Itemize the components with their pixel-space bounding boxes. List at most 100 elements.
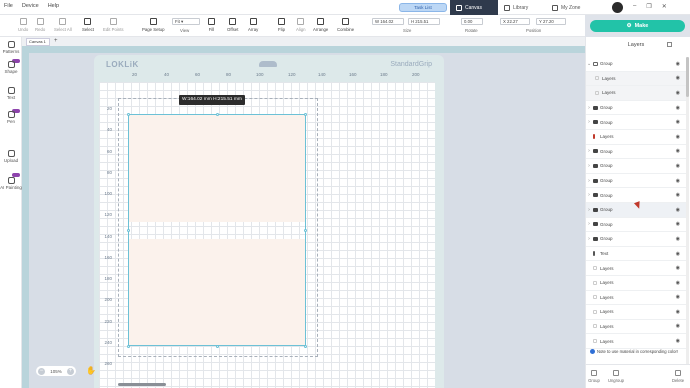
delete-button[interactable]: Delete [668,370,688,383]
arrange-button[interactable]: Arrange [313,18,328,32]
eye-icon[interactable]: ◉ [676,105,680,111]
layer-row[interactable]: Layers ◉ [586,276,686,291]
zoom-out-button[interactable]: − [38,367,45,375]
chevron-right-icon[interactable]: › [587,148,591,154]
rail-patterns[interactable]: Patterns [0,41,22,54]
horizontal-scrollbar[interactable] [118,383,166,386]
eye-icon[interactable]: ◉ [676,294,680,300]
resize-handle[interactable] [216,345,219,348]
eye-icon[interactable]: ◉ [676,251,680,257]
resize-handle[interactable] [127,113,130,116]
rail-shape[interactable]: Shape [0,61,22,74]
flip-button[interactable]: Flip [278,18,285,32]
chevron-right-icon[interactable]: › [587,163,591,169]
eye-icon[interactable]: ◉ [676,207,680,213]
eye-icon[interactable]: ◉ [676,323,680,329]
close-button[interactable]: ✕ [662,3,667,10]
eye-icon[interactable]: ◉ [676,192,680,198]
zoom-in-button[interactable]: + [66,367,74,375]
menu-device[interactable]: Device [22,3,39,9]
eye-icon[interactable]: ◉ [676,61,680,67]
layer-row[interactable]: Text ◉ [586,247,686,262]
resize-handle[interactable] [216,113,219,116]
layer-row[interactable]: Layers ◉ [586,320,686,335]
eye-icon[interactable]: ◉ [676,134,680,140]
chevron-right-icon[interactable]: › [587,207,591,213]
eye-icon[interactable]: ◉ [676,338,680,344]
combine-button[interactable]: Combine [337,18,354,32]
avatar[interactable] [612,2,623,13]
resize-handle[interactable] [304,113,307,116]
layer-row[interactable]: ⌄ Group ◉ [586,57,686,72]
chevron-right-icon[interactable]: › [587,192,591,198]
menu-file[interactable]: File [4,3,13,9]
resize-handle[interactable] [127,345,130,348]
maximize-button[interactable]: ❐ [646,3,651,10]
eye-icon[interactable]: ◉ [676,75,680,81]
undo-button[interactable]: Undo [18,18,28,32]
layer-row[interactable]: › Group ◉ [586,218,686,233]
position-x-field[interactable]: X 22.27 [500,18,530,25]
rail-text[interactable]: Text [0,87,22,100]
layer-row[interactable]: › Group ◉ [586,232,686,247]
offset-button[interactable]: Offset [227,18,238,32]
eye-icon[interactable]: ◉ [676,309,680,315]
layer-row[interactable]: › Group ◉ [586,188,686,203]
layer-row[interactable]: Layers ◉ [586,261,686,276]
eye-icon[interactable]: ◉ [676,119,680,125]
chevron-right-icon[interactable]: › [587,119,591,125]
layer-row[interactable]: Layers ◉ [586,291,686,306]
resize-handle[interactable] [304,229,307,232]
view-select[interactable]: Fit ▾ [172,18,200,25]
eye-icon[interactable]: ◉ [676,280,680,286]
group-button[interactable]: Group [584,370,604,383]
chevron-right-icon[interactable]: › [587,221,591,227]
layer-row[interactable]: › Group ◉ [586,115,686,130]
collapse-panel-icon[interactable] [667,42,672,47]
layer-row[interactable]: › Group ◉ [586,101,686,116]
rail-ai-painting[interactable]: AI Painting [0,177,22,190]
tab-library[interactable]: Library [498,0,546,15]
select-button[interactable]: Select [82,18,94,32]
tab-canvas-1[interactable]: Canvas 1 [26,38,50,46]
layer-row[interactable]: Layers ◉ [586,86,686,101]
page-setup-button[interactable]: Page Setup [142,18,164,32]
eye-icon[interactable]: ◉ [676,178,680,184]
chevron-right-icon[interactable]: › [587,105,591,111]
layers-scrollbar[interactable] [686,57,689,97]
fill-button[interactable]: Fill [208,18,215,32]
layer-row[interactable]: › Group ◉ [586,159,686,174]
position-y-field[interactable]: Y 27.20 [536,18,566,25]
menu-help[interactable]: Help [48,3,59,9]
redo-button[interactable]: Redo [35,18,45,32]
selection-box[interactable] [128,114,306,346]
make-button[interactable]: ⚙ Make [590,20,685,32]
tab-my-zone[interactable]: My Zone [546,0,594,15]
array-button[interactable]: Array [248,18,258,32]
eye-icon[interactable]: ◉ [676,265,680,271]
layer-row[interactable]: Layers ◉ [586,71,686,87]
layer-row[interactable]: › Group ◉ [586,145,686,160]
eye-icon[interactable]: ◉ [676,90,680,96]
minimize-button[interactable]: – [633,3,636,10]
eye-icon[interactable]: ◉ [676,236,680,242]
rail-upload[interactable]: Upload [0,150,22,163]
height-field[interactable]: H 215.51 [408,18,440,25]
resize-handle[interactable] [304,345,307,348]
hand-pan-icon[interactable]: ✋ [86,366,96,375]
rail-pen[interactable]: Pen [0,111,22,124]
rotate-field[interactable]: 0.00 [461,18,483,25]
align-button[interactable]: Align [296,18,306,32]
eye-icon[interactable]: ◉ [676,221,680,227]
eye-icon[interactable]: ◉ [676,163,680,169]
ungroup-button[interactable]: Ungroup [606,370,626,383]
layer-row[interactable]: › Group ◉ [586,174,686,189]
chevron-down-icon[interactable]: ⌄ [587,61,591,67]
resize-handle[interactable] [127,229,130,232]
layer-row[interactable]: Layers ◉ [586,305,686,320]
layer-row[interactable]: Layers ◉ [586,334,686,349]
chevron-right-icon[interactable]: › [587,236,591,242]
tab-canvas[interactable]: Canvas [450,0,498,15]
eye-icon[interactable]: ◉ [676,148,680,154]
task-list-button[interactable]: Task List [399,3,447,12]
